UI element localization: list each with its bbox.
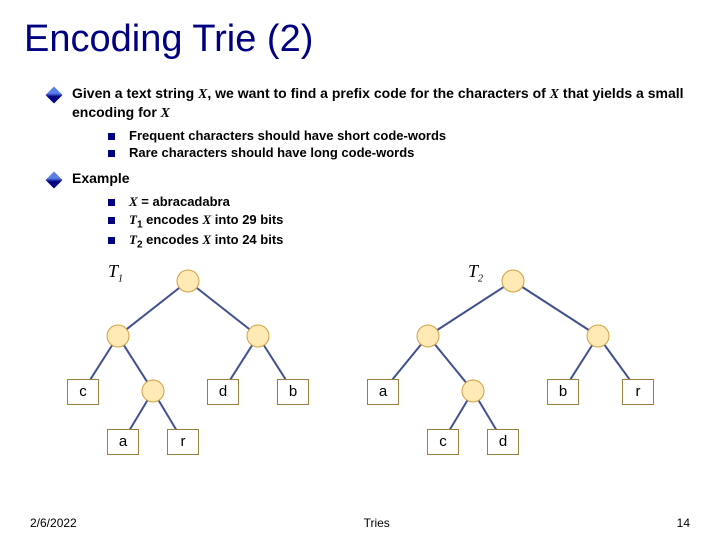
- bullet-2-subs: X = abracadabra T1 encodes X into 29 bit…: [108, 194, 684, 251]
- tree1-svg: [58, 261, 348, 461]
- slide-footer: 2/6/2022 Tries 14: [0, 516, 720, 530]
- sub-text: Rare characters should have long code-wo…: [129, 145, 414, 160]
- tree-diagrams: T1 c d b a r T2: [48, 261, 684, 471]
- slide-title: Encoding Trie (2): [0, 0, 720, 61]
- sub-item: Frequent characters should have short co…: [108, 128, 684, 143]
- tree1-leaf-a: a: [107, 429, 139, 455]
- diamond-icon: [46, 172, 63, 189]
- footer-center: Tries: [364, 516, 390, 530]
- tree1-leaf-c: c: [67, 379, 99, 405]
- bullet-2: Example: [48, 170, 684, 188]
- tree1-leaf-r: r: [167, 429, 199, 455]
- tree1-leaf-d: d: [207, 379, 239, 405]
- tree1-leaf-b: b: [277, 379, 309, 405]
- tree2-leaf-b: b: [547, 379, 579, 405]
- tree2-leaf-r: r: [622, 379, 654, 405]
- tree2-leaf-c: c: [427, 429, 459, 455]
- bullet-2-text: Example: [72, 170, 684, 188]
- tree2-leaf-d: d: [487, 429, 519, 455]
- sub-text: T2 encodes X into 24 bits: [129, 232, 283, 251]
- square-icon: [108, 217, 115, 224]
- square-icon: [108, 150, 115, 157]
- square-icon: [108, 237, 115, 244]
- sub-item: X = abracadabra: [108, 194, 684, 210]
- bullet-1: Given a text string X, we want to find a…: [48, 85, 684, 122]
- footer-page: 14: [677, 516, 690, 530]
- sub-text: T1 encodes X into 29 bits: [129, 212, 283, 231]
- bullet-1-subs: Frequent characters should have short co…: [108, 128, 684, 160]
- sub-item: T1 encodes X into 29 bits: [108, 212, 684, 231]
- footer-date: 2/6/2022: [30, 516, 77, 530]
- sub-item: T2 encodes X into 24 bits: [108, 232, 684, 251]
- square-icon: [108, 199, 115, 206]
- sub-item: Rare characters should have long code-wo…: [108, 145, 684, 160]
- slide-body: Given a text string X, we want to find a…: [0, 61, 720, 471]
- bullet-1-text: Given a text string X, we want to find a…: [72, 85, 684, 122]
- diamond-icon: [46, 87, 63, 104]
- square-icon: [108, 133, 115, 140]
- sub-text: X = abracadabra: [129, 194, 230, 210]
- tree2-leaf-a: a: [367, 379, 399, 405]
- sub-text: Frequent characters should have short co…: [129, 128, 446, 143]
